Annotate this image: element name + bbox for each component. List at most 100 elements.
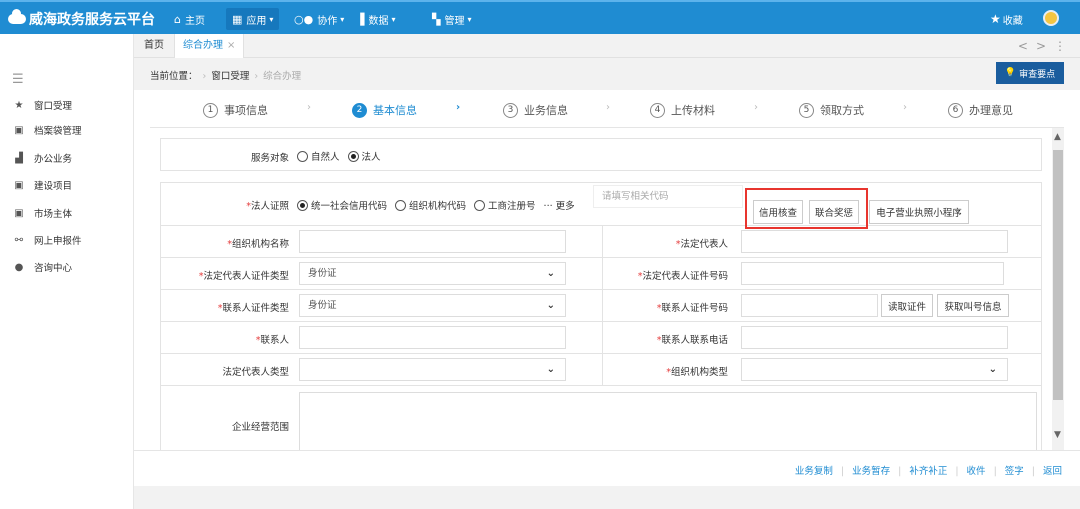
legal-code-input[interactable]: 请填写相关代码 <box>593 185 743 208</box>
more-options-link[interactable]: ··· 更多 <box>544 198 575 212</box>
radio-org-code[interactable]: 组织机构代码 <box>395 198 466 212</box>
radio-dot <box>297 199 308 211</box>
sidebar-item-consult[interactable]: ● 咨询中心 <box>14 258 72 276</box>
radio-dot <box>395 199 407 211</box>
biz-scope-label: 企业经营范围 <box>231 422 289 433</box>
review-points-button[interactable]: 💡 审查要点 <box>996 62 1064 84</box>
bottom-action-bar: 业务复制 | 业务暂存 | 补齐补正 | 收件 | 签字 | 返回 <box>134 450 1080 486</box>
sidebar-item-office[interactable]: ▟ 办公业务 <box>14 149 72 167</box>
step-item-opinion[interactable]: 6 办理意见 <box>948 102 1013 118</box>
nav-manage[interactable]: ▚ 管理 ▾ <box>426 8 477 30</box>
legal-cert-row: *法人证照 统一社会信用代码 组织机构代码 工商注册号 ··· 更多 请填写相关… <box>161 183 1041 226</box>
sidebar-item-market[interactable]: ▣ 市场主体 <box>14 204 72 222</box>
step-item-info[interactable]: 1 事项信息 <box>203 102 268 118</box>
supplement-correct-link[interactable]: 补齐补正 <box>909 466 947 477</box>
sign-link[interactable]: 签字 <box>1005 466 1024 477</box>
sidebar-item-online[interactable]: ⚯ 网上申报件 <box>14 231 82 249</box>
return-link[interactable]: 返回 <box>1043 466 1062 477</box>
scroll-up-icon[interactable]: ▲ <box>1054 132 1061 142</box>
read-id-button[interactable]: 读取证件 <box>881 294 933 317</box>
menu-icon[interactable]: ☰ <box>12 72 24 87</box>
nav-home-label: 主页 <box>184 15 205 27</box>
contact-id-type-select[interactable]: 身份证 ⌄ <box>299 294 566 317</box>
chevron-right-icon: › <box>456 102 461 113</box>
radio-natural-person[interactable]: 自然人 <box>297 149 340 163</box>
close-icon[interactable]: × <box>227 40 235 51</box>
sidebar-item-label: 网上申报件 <box>34 236 82 247</box>
chevron-right-icon: › <box>903 102 907 113</box>
nav-collab[interactable]: ○● 协作 ▾ <box>288 8 350 30</box>
scroll-thumb[interactable] <box>1053 150 1063 400</box>
radio-legal-person[interactable]: 法人 <box>347 149 381 163</box>
chevron-down-icon: ⌄ <box>988 364 997 375</box>
legal-rep-label: *法定代表人 <box>675 239 728 250</box>
chevron-right-icon[interactable]: > <box>1036 39 1054 53</box>
type-row: 法定代表人类型 ⌄ *组织机构类型 ⌄ <box>161 354 1041 386</box>
more-icon[interactable]: ⋮ <box>1054 39 1074 53</box>
favorites-button[interactable]: ★ 收藏 <box>990 8 1023 30</box>
legal-rep-id-row: *法定代表人证件类型 身份证 ⌄ *法定代表人证件号码 <box>161 258 1041 290</box>
tab-current[interactable]: 综合办理 × <box>174 34 245 58</box>
tab-navigation: <>⋮ <box>1018 34 1074 58</box>
radio-unified-credit-code[interactable]: 统一社会信用代码 <box>297 198 387 212</box>
sidebar-item-label: 窗口受理 <box>34 101 73 112</box>
sidebar-item-label: 咨询中心 <box>34 263 73 274</box>
legal-rep-id-type-select[interactable]: 身份证 ⌄ <box>299 262 566 285</box>
legal-rep-type-select[interactable]: ⌄ <box>299 358 566 381</box>
step-item-basic[interactable]: 2 基本信息 <box>352 102 417 118</box>
avatar[interactable] <box>1043 10 1059 26</box>
radio-label: 统一社会信用代码 <box>311 201 388 212</box>
chevron-left-icon[interactable]: < <box>1018 39 1036 53</box>
org-type-label: *组织机构类型 <box>666 367 728 378</box>
scroll-down-icon[interactable]: ▼ <box>1054 430 1061 440</box>
nav-apps[interactable]: ▦ 应用 ▾ <box>226 8 280 30</box>
chevron-down-icon: ⌄ <box>546 268 555 279</box>
footer-bar <box>134 486 1080 509</box>
tab-home[interactable]: 首页 <box>144 34 164 58</box>
step-number: 4 <box>650 102 665 118</box>
sidebar-item-label: 办公业务 <box>34 154 73 165</box>
breadcrumb-level2: 综合办理 <box>263 71 302 82</box>
org-name-input[interactable] <box>299 230 566 253</box>
review-points-label: 审查要点 <box>1019 69 1056 80</box>
cloud-icon <box>8 9 26 24</box>
contact-input[interactable] <box>299 326 566 349</box>
get-queue-info-button[interactable]: 获取叫号信息 <box>937 294 1009 317</box>
nav-home[interactable]: ⌂ 主页 <box>168 8 211 30</box>
legal-rep-input[interactable] <box>741 230 1008 253</box>
nav-data[interactable]: ▐ 数据 ▾ <box>350 8 401 30</box>
step-item-upload[interactable]: 4 上传材料 <box>650 102 715 118</box>
service-target-radios: 自然人 法人 <box>297 149 389 163</box>
contact-id-no-input[interactable] <box>741 294 878 317</box>
e-business-license-button[interactable]: 电子营业执照小程序 <box>869 200 969 224</box>
chevron-right-icon: › <box>754 102 758 113</box>
radio-label: 组织机构代码 <box>409 201 467 212</box>
archive-icon: ▣ <box>14 124 24 136</box>
breadcrumb-bar: 当前位置： › 窗口受理 › 综合办理 💡 审查要点 <box>134 58 1080 90</box>
building-icon: ▣ <box>14 179 24 191</box>
step-number: 6 <box>948 102 963 118</box>
breadcrumb-separator: › <box>202 71 207 82</box>
contact-phone-input[interactable] <box>741 326 1008 349</box>
chevron-down-icon: ▾ <box>391 14 396 24</box>
step-item-business[interactable]: 3 业务信息 <box>503 102 568 118</box>
org-type-select[interactable]: ⌄ <box>741 358 1008 381</box>
step-number: 2 <box>352 102 367 118</box>
form-scrollbar[interactable]: ▲ ▼ <box>1052 128 1064 450</box>
business-copy-link[interactable]: 业务复制 <box>795 466 833 477</box>
legal-rep-id-no-input[interactable] <box>741 262 1004 285</box>
biz-scope-textarea[interactable] <box>299 392 1037 450</box>
bulb-icon: 💡 <box>1004 68 1017 78</box>
radio-biz-reg-no[interactable]: 工商注册号 <box>474 198 536 212</box>
sidebar-item-archive[interactable]: ▣ 档案袋管理 <box>14 121 81 139</box>
step-label: 上传材料 <box>671 104 715 117</box>
sidebar-item-construction[interactable]: ▣ 建设项目 <box>14 176 72 194</box>
business-save-link[interactable]: 业务暂存 <box>852 466 890 477</box>
sidebar-item-window-accept[interactable]: ★ 窗口受理 <box>14 96 73 114</box>
receive-link[interactable]: 收件 <box>967 466 986 477</box>
legal-rep-id-no-label: *法定代表人证件号码 <box>637 271 728 282</box>
radio-label: 工商注册号 <box>488 201 536 212</box>
market-icon: ▣ <box>14 207 24 219</box>
breadcrumb-level1[interactable]: 窗口受理 <box>211 71 249 82</box>
step-item-pickup[interactable]: 5 领取方式 <box>799 102 864 118</box>
